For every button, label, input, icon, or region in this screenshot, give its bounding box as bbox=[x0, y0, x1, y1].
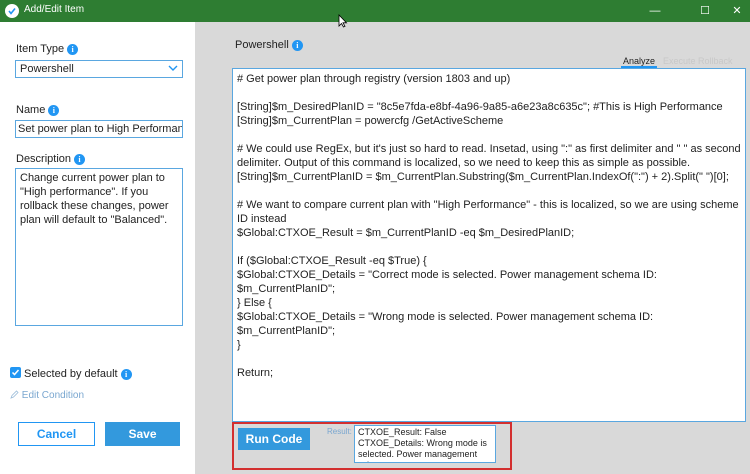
description-value: Change current power plan to "High perfo… bbox=[20, 172, 172, 226]
result-value: CTXOE_Result: False CTXOE_Details: Wrong… bbox=[358, 427, 487, 462]
cancel-button[interactable]: Cancel bbox=[18, 422, 95, 446]
powershell-label-row: Powershell i bbox=[235, 39, 303, 51]
chevron-down-icon bbox=[168, 65, 178, 71]
info-icon[interactable]: i bbox=[120, 368, 132, 380]
item-type-select[interactable]: Powershell bbox=[15, 60, 183, 78]
tab-execute[interactable]: Execute bbox=[663, 56, 696, 66]
info-icon[interactable]: i bbox=[67, 43, 79, 55]
window-title: Add/Edit Item bbox=[24, 4, 85, 15]
run-code-button[interactable]: Run Code bbox=[238, 428, 310, 450]
info-icon[interactable]: i bbox=[48, 104, 60, 116]
powershell-label: Powershell bbox=[235, 39, 289, 51]
selected-by-default-row: Selected by default i bbox=[24, 368, 132, 380]
name-label-row: Name i bbox=[16, 104, 60, 116]
name-input[interactable]: Set power plan to High Performance bbox=[15, 120, 183, 138]
maximize-button[interactable]: ☐ bbox=[690, 0, 720, 22]
result-output[interactable]: CTXOE_Result: False CTXOE_Details: Wrong… bbox=[354, 425, 496, 463]
selected-by-default-checkbox[interactable] bbox=[10, 367, 21, 378]
description-label: Description bbox=[16, 153, 72, 165]
info-icon[interactable]: i bbox=[291, 39, 303, 51]
description-label-row: Description i bbox=[16, 153, 86, 165]
info-icon[interactable]: i bbox=[74, 153, 86, 165]
description-textarea[interactable]: Change current power plan to "High perfo… bbox=[15, 168, 183, 326]
selected-by-default-label: Selected by default bbox=[24, 368, 118, 380]
app-check-icon bbox=[5, 4, 19, 18]
code-text: # Get power plan through registry (versi… bbox=[237, 73, 741, 379]
edit-condition-link[interactable]: Edit Condition bbox=[10, 390, 84, 401]
checkmark-icon bbox=[11, 369, 20, 376]
title-bar: Add/Edit Item — ☐ ✕ bbox=[0, 0, 750, 22]
item-type-value: Powershell bbox=[20, 63, 74, 75]
tab-rollback[interactable]: Rollback bbox=[698, 56, 733, 66]
minimize-button[interactable]: — bbox=[640, 0, 670, 22]
close-button[interactable]: ✕ bbox=[722, 0, 750, 22]
name-value: Set power plan to High Performance bbox=[18, 123, 183, 135]
edit-condition-label: Edit Condition bbox=[21, 390, 85, 401]
code-panel: Powershell i Analyze Execute Rollback # G… bbox=[195, 22, 750, 474]
item-type-label: Item Type bbox=[16, 43, 65, 55]
item-type-label-row: Item Type i bbox=[16, 43, 79, 55]
name-label: Name bbox=[16, 104, 46, 116]
item-properties-panel: Item Type i Powershell Name i Set power pl… bbox=[0, 22, 195, 474]
pencil-icon bbox=[10, 390, 19, 399]
code-editor[interactable]: # Get power plan through registry (versi… bbox=[232, 68, 746, 422]
result-label: Result: bbox=[327, 427, 352, 436]
tab-analyze[interactable]: Analyze bbox=[620, 56, 658, 68]
save-button[interactable]: Save bbox=[105, 422, 180, 446]
mouse-cursor-icon bbox=[338, 14, 348, 28]
